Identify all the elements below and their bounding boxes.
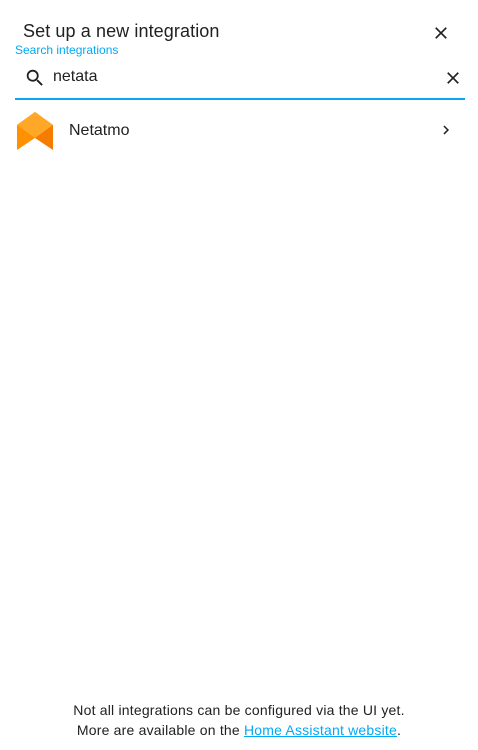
search-label: Search integrations [15, 43, 119, 57]
search-underline [15, 98, 465, 100]
home-assistant-website-link[interactable]: Home Assistant website [244, 722, 397, 738]
chevron-right-icon [443, 125, 449, 135]
list-item-netatmo[interactable]: Netatmo [0, 108, 478, 154]
dialog-title: Set up a new integration [23, 21, 220, 41]
netatmo-logo [17, 112, 53, 150]
search-icon [26, 69, 43, 86]
search-field: Search integrations [15, 42, 465, 100]
footer-line-2-prefix: More are available on the [76, 722, 244, 738]
add-integration-dialog: Set up a new integration Search integrat… [0, 0, 478, 750]
clear-icon[interactable] [443, 68, 463, 88]
close-icon [435, 27, 447, 39]
footer-line-1: Not all integrations can be configured v… [73, 702, 405, 718]
footer-note: Not all integrations can be configured v… [0, 700, 478, 740]
search-input[interactable] [53, 64, 433, 90]
integration-name: Netatmo [69, 122, 130, 139]
footer-line-2: More are available on the Home Assistant… [0, 720, 478, 740]
footer-line-2-suffix: . [397, 722, 402, 738]
